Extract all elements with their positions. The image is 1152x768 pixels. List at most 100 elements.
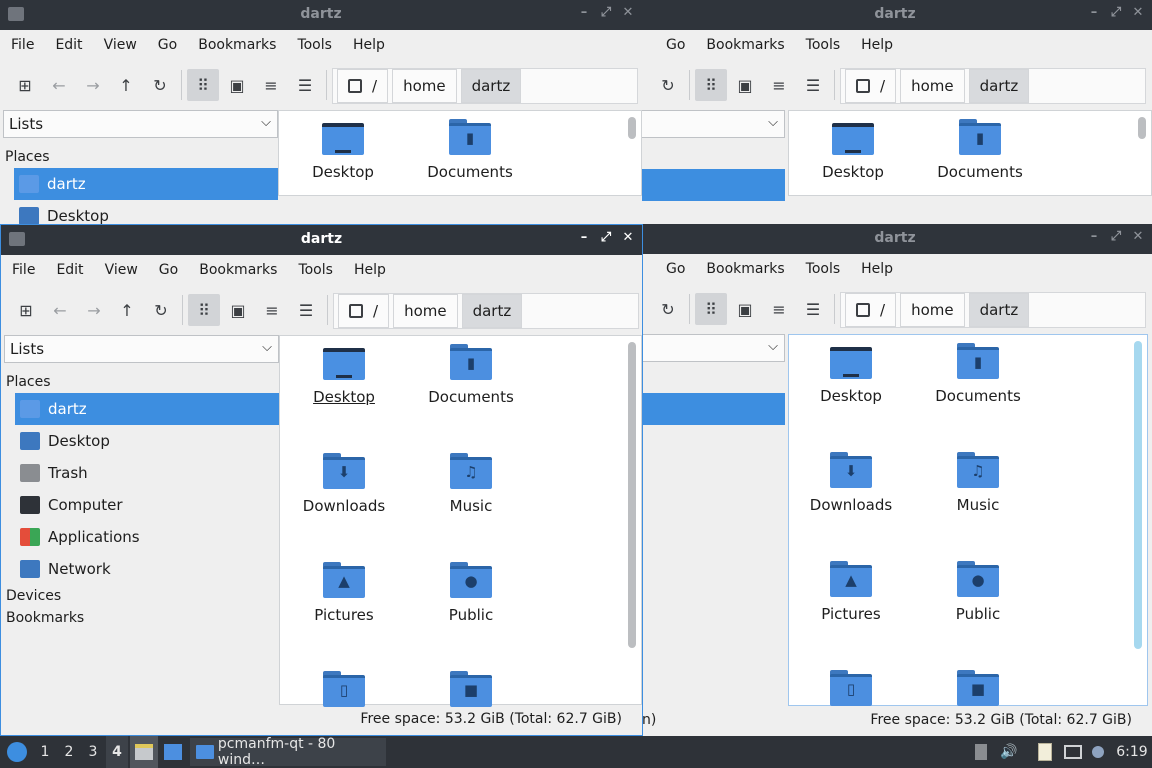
- start-menu-icon[interactable]: [4, 736, 30, 768]
- crumb-home[interactable]: home: [900, 69, 965, 103]
- file-downloads[interactable]: ⬇ Downloads: [284, 453, 404, 515]
- network-icon[interactable]: [1060, 736, 1086, 768]
- devices-heading[interactable]: Devices: [4, 585, 279, 607]
- scrollbar[interactable]: [628, 117, 636, 139]
- file-music[interactable]: ♫ Music: [411, 453, 531, 515]
- file-pictures[interactable]: ▲ Pictures: [791, 561, 911, 623]
- compact-view-icon[interactable]: ≡: [763, 293, 795, 325]
- compact-view-icon[interactable]: ≡: [763, 69, 795, 101]
- menu-edit[interactable]: Edit: [56, 262, 83, 278]
- menu-tools[interactable]: Tools: [298, 262, 333, 278]
- clipboard-icon[interactable]: [1032, 736, 1058, 768]
- scrollbar[interactable]: [1138, 117, 1146, 139]
- place-dartz[interactable]: dartz: [15, 393, 279, 425]
- menu-view[interactable]: View: [104, 37, 137, 53]
- file-documents[interactable]: ▮ Documents: [918, 343, 1038, 405]
- menu-bookmarks[interactable]: Bookmarks: [706, 261, 784, 277]
- file-music[interactable]: ♫ Music: [918, 452, 1038, 514]
- file-documents[interactable]: ▮ Documents: [410, 119, 530, 181]
- side-pane-mode-select[interactable]: ⌵: [642, 110, 785, 138]
- titlebar[interactable]: dartz – ⤢ ✕: [0, 0, 642, 30]
- scrollbar[interactable]: [1134, 341, 1142, 649]
- file-view[interactable]: Desktop ▮ Documents ⬇ Downloads ♫ Music ▲ Pi…: [788, 334, 1148, 706]
- workspace-1[interactable]: 1: [34, 736, 56, 768]
- forward-icon[interactable]: →: [78, 294, 110, 326]
- new-tab-icon[interactable]: ⊞: [9, 69, 41, 101]
- back-icon[interactable]: ←: [43, 69, 75, 101]
- reload-icon[interactable]: ↻: [652, 293, 684, 325]
- workspace-4[interactable]: 4: [106, 736, 128, 768]
- thumbnail-view-icon[interactable]: ▣: [222, 294, 254, 326]
- maximize-icon[interactable]: ⤢: [1108, 229, 1124, 244]
- new-tab-icon[interactable]: ⊞: [10, 294, 42, 326]
- minimize-icon[interactable]: –: [576, 5, 592, 20]
- file-documents[interactable]: ▮ Documents: [411, 344, 531, 406]
- side-pane-mode-select[interactable]: Lists ⌵: [4, 335, 279, 363]
- side-pane-mode-select[interactable]: ⌵: [642, 334, 785, 362]
- thumbnail-view-icon[interactable]: ▣: [729, 69, 761, 101]
- workspace-2[interactable]: 2: [58, 736, 80, 768]
- side-pane-mode-select[interactable]: Lists ⌵: [3, 110, 278, 138]
- menu-tools[interactable]: Tools: [806, 37, 841, 53]
- file-pictures[interactable]: ▲ Pictures: [284, 562, 404, 624]
- icon-view-icon[interactable]: ⠿: [695, 293, 727, 325]
- file-manager-window-active[interactable]: dartz – ⤢ ✕ File Edit View Go Bookmarks To…: [0, 224, 643, 736]
- forward-icon[interactable]: →: [77, 69, 109, 101]
- crumb-dartz[interactable]: dartz: [968, 69, 1030, 103]
- crumb-dartz[interactable]: dartz: [460, 69, 522, 103]
- menu-file[interactable]: File: [12, 262, 35, 278]
- close-icon[interactable]: ✕: [1130, 229, 1146, 244]
- place-dartz[interactable]: dartz: [14, 168, 278, 200]
- minimize-icon[interactable]: –: [1086, 5, 1102, 20]
- thumbnail-view-icon[interactable]: ▣: [729, 293, 761, 325]
- close-icon[interactable]: ✕: [620, 5, 636, 20]
- menu-view[interactable]: View: [105, 262, 138, 278]
- crumb-home[interactable]: home: [393, 294, 458, 328]
- titlebar[interactable]: dartz – ⤢ ✕: [642, 224, 1152, 254]
- notification-icon[interactable]: [1088, 736, 1108, 768]
- titlebar[interactable]: dartz – ⤢ ✕: [642, 0, 1152, 30]
- file-public[interactable]: ● Public: [918, 561, 1038, 623]
- place-dartz-selected[interactable]: [642, 169, 785, 201]
- crumb-root[interactable]: /: [845, 69, 897, 103]
- menu-bookmarks[interactable]: Bookmarks: [199, 262, 277, 278]
- icon-view-icon[interactable]: ⠿: [187, 69, 219, 101]
- menu-go[interactable]: Go: [158, 37, 177, 53]
- crumb-home[interactable]: home: [900, 293, 965, 327]
- icon-view-icon[interactable]: ⠿: [188, 294, 220, 326]
- thumbnail-view-icon[interactable]: ▣: [221, 69, 253, 101]
- crumb-root[interactable]: /: [337, 69, 389, 103]
- menu-help[interactable]: Help: [861, 261, 893, 277]
- reload-icon[interactable]: ↻: [145, 294, 177, 326]
- file-desktop[interactable]: Desktop: [284, 344, 404, 406]
- titlebar[interactable]: dartz – ⤢ ✕: [1, 225, 642, 255]
- menu-bookmarks[interactable]: Bookmarks: [706, 37, 784, 53]
- crumb-root[interactable]: /: [338, 294, 390, 328]
- compact-view-icon[interactable]: ≡: [255, 69, 287, 101]
- file-manager-window-top-left[interactable]: dartz – ⤢ ✕ File Edit View Go Bookmarks To…: [0, 0, 642, 226]
- detailed-list-icon[interactable]: ☰: [290, 294, 322, 326]
- crumb-root[interactable]: /: [845, 293, 897, 327]
- menu-go[interactable]: Go: [666, 37, 685, 53]
- clock[interactable]: 6:19: [1112, 736, 1152, 768]
- taskbar-window-button[interactable]: pcmanfm-qt - 80 wind…: [190, 736, 386, 768]
- removable-media-icon[interactable]: [970, 736, 992, 768]
- menu-file[interactable]: File: [11, 37, 34, 53]
- menu-go[interactable]: Go: [666, 261, 685, 277]
- minimize-icon[interactable]: –: [576, 230, 592, 245]
- menu-edit[interactable]: Edit: [55, 37, 82, 53]
- crumb-dartz[interactable]: dartz: [968, 293, 1030, 327]
- file-documents[interactable]: ▮ Documents: [920, 119, 1040, 181]
- file-manager-window-top-right[interactable]: dartz – ⤢ ✕ Go Bookmarks Tools Help ↻ ⠿ ▣ …: [642, 0, 1152, 226]
- maximize-icon[interactable]: ⤢: [598, 230, 614, 245]
- reload-icon[interactable]: ↻: [652, 69, 684, 101]
- place-applications[interactable]: Applications: [4, 521, 279, 553]
- place-desktop[interactable]: Desktop: [3, 200, 278, 226]
- place-trash[interactable]: Trash: [4, 457, 279, 489]
- menu-tools[interactable]: Tools: [806, 261, 841, 277]
- file-desktop[interactable]: Desktop: [793, 119, 913, 181]
- place-computer[interactable]: Computer: [4, 489, 279, 521]
- minimize-icon[interactable]: –: [1086, 229, 1102, 244]
- menu-bookmarks[interactable]: Bookmarks: [198, 37, 276, 53]
- file-view[interactable]: Desktop ▮ Documents: [788, 110, 1152, 196]
